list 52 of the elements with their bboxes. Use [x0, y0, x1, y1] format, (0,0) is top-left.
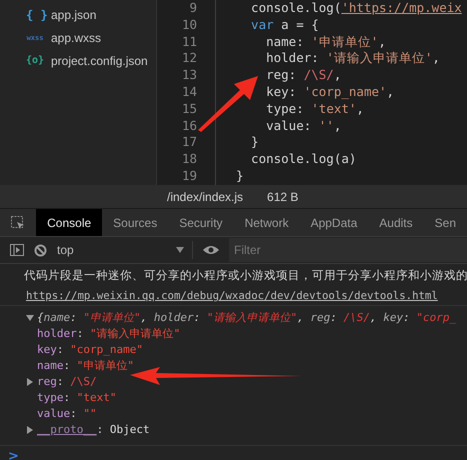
devtools-tab[interactable]: Network [234, 209, 300, 236]
console-message: 代码片段是一种迷你、可分享的小程序或小游戏项目，可用于分享小程序和小游戏的 [23, 267, 467, 284]
filter-field[interactable]: Filter [229, 238, 467, 262]
object-property[interactable]: __proto__: Object [37, 422, 150, 438]
file-item[interactable]: app.wxss [51, 30, 102, 44]
clear-icon[interactable] [34, 244, 47, 256]
expanded-triangle-icon[interactable] [26, 314, 34, 322]
file-item[interactable]: project.config.json [51, 54, 148, 68]
inspect-icon[interactable] [10, 214, 26, 230]
collapsed-triangle-icon[interactable] [26, 426, 34, 434]
devtools-tab[interactable]: Security [168, 209, 234, 236]
line-number: 10 [180, 16, 198, 34]
devtools-tab[interactable]: AppData [300, 209, 368, 236]
object-property: key: "corp_name" [37, 342, 143, 358]
line-number: 19 [180, 168, 198, 185]
console-prompt[interactable]: > [0, 445, 467, 460]
code-line: console.log(a) [215, 151, 356, 168]
context-selector[interactable]: top [57, 243, 176, 257]
code-line: } [215, 134, 259, 152]
devtools-tab[interactable]: Audits [368, 209, 424, 236]
eye-icon[interactable] [203, 245, 219, 255]
line-number: 18 [180, 151, 198, 168]
file-path: /index/index.js [167, 190, 244, 204]
object-property: name: "申请单位" [37, 358, 134, 374]
code-line: var a = { [215, 16, 319, 34]
object-summary[interactable]: {name: "申请单位", holder: "请输入申请单位", reg: /\S/, key: "corp_ [37, 310, 456, 326]
line-number: 15 [180, 100, 198, 118]
code-line: name: '申请单位', [215, 34, 386, 50]
line-number: 13 [180, 67, 198, 84]
file-size: 612 B [267, 190, 298, 204]
code-line: console.log('https://mp.weix [215, 0, 462, 17]
line-number: 16 [180, 118, 198, 134]
devtools-tab[interactable]: Sen [424, 209, 467, 236]
object-property: value: "" [37, 406, 97, 422]
object-property: holder: "请输入申请单位" [37, 326, 180, 342]
sidebar-toggle-icon[interactable] [10, 244, 24, 256]
line-number: 12 [180, 50, 198, 68]
devtools-tab[interactable]: Sources [102, 209, 168, 236]
line-number: 17 [180, 134, 198, 152]
code-line: holder: '请输入申请单位', [215, 50, 440, 68]
object-property: type: "text" [37, 390, 116, 406]
line-number: 9 [188, 0, 198, 17]
line-number: 11 [180, 34, 198, 50]
devtools-tab[interactable]: Console [36, 209, 102, 236]
file-type-icon: {o} [26, 55, 44, 66]
dropdown-caret-icon[interactable] [176, 247, 184, 253]
line-number: 14 [180, 84, 198, 101]
arrow-annotation [196, 74, 258, 132]
collapsed-triangle-icon[interactable] [26, 378, 34, 386]
object-property[interactable]: reg: /\S/ [37, 374, 97, 390]
file-item[interactable]: app.json [51, 8, 96, 22]
docs-link[interactable]: https://mp.weixin.qq.com/debug/wxadoc/dev/devtools/devtools.html [0, 287, 438, 305]
